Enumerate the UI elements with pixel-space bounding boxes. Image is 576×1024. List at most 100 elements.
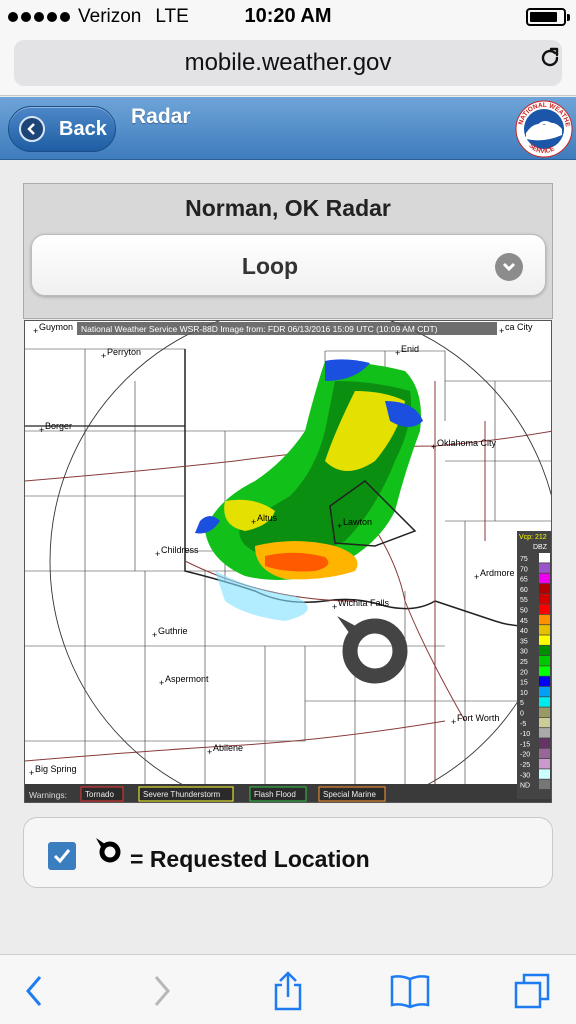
city-marker: + <box>155 549 160 559</box>
warnings-label: Warnings: <box>29 790 67 800</box>
share-icon[interactable] <box>266 969 310 1013</box>
scale-value: -30 <box>520 772 530 779</box>
scale-value: -10 <box>520 731 530 738</box>
scale-value: 10 <box>520 690 528 697</box>
radar-caption: National Weather Service WSR-88D Image f… <box>81 324 438 334</box>
scale-swatch <box>539 686 550 697</box>
scale-value: 25 <box>520 659 528 666</box>
scale-value: 50 <box>520 608 528 615</box>
scale-swatch <box>539 697 550 707</box>
show-location-checkbox[interactable] <box>48 842 76 870</box>
city-label: Aspermont <box>165 674 209 684</box>
app-header: Back Radar NATIONAL WEATHER SERVICE <box>0 97 576 160</box>
location-marker-icon <box>96 838 121 863</box>
scale-value: -5 <box>520 721 526 728</box>
scale-value: 40 <box>520 628 528 635</box>
scale-value: 55 <box>520 597 528 604</box>
scale-header: Vcp: 212 <box>519 534 547 541</box>
city-marker: + <box>499 326 504 336</box>
scale-swatch <box>539 779 550 790</box>
city-label: Lawton <box>343 517 372 527</box>
scale-unit: DBZ <box>533 544 548 551</box>
back-label: Back <box>59 117 107 140</box>
city-label: Borger <box>45 421 72 431</box>
scale-value: -15 <box>520 741 530 748</box>
chevron-down-icon <box>495 253 523 281</box>
scale-swatch <box>539 728 550 738</box>
scale-swatch <box>539 707 550 717</box>
city-marker: + <box>474 572 479 582</box>
scale-swatch <box>539 769 550 779</box>
city-label: Enid <box>401 344 419 354</box>
scale-swatch <box>539 573 550 584</box>
scale-value: 65 <box>520 577 528 584</box>
radar-title: Norman, OK Radar <box>185 195 391 221</box>
chevron-left-icon <box>19 116 45 142</box>
city-marker: + <box>29 768 34 778</box>
scale-swatch <box>539 563 550 573</box>
scale-swatch <box>539 748 550 759</box>
back-button[interactable]: Back <box>8 106 116 152</box>
city-label: Guthrie <box>158 626 188 636</box>
scale-swatch <box>539 614 550 625</box>
battery-icon <box>526 8 570 26</box>
tabs-icon[interactable] <box>510 969 554 1013</box>
status-bar: Verizon LTE 10:20 AM <box>0 0 576 34</box>
city-label: Ardmore <box>480 568 515 578</box>
city-marker: + <box>451 717 456 727</box>
scale-value: 20 <box>520 669 528 676</box>
bookmarks-icon[interactable] <box>388 969 432 1013</box>
city-marker: + <box>101 351 106 361</box>
city-label: Oklahoma City <box>437 438 497 448</box>
city-marker: + <box>152 630 157 640</box>
scale-swatch <box>539 656 550 666</box>
city-label: Abilene <box>213 743 243 753</box>
scale-value: 70 <box>520 566 528 573</box>
scale-swatch <box>539 676 550 687</box>
browser-toolbar <box>0 954 576 1024</box>
city-label: Wichita Falls <box>338 598 390 608</box>
checkmark-icon <box>53 849 71 864</box>
scale-value: 30 <box>520 649 528 656</box>
scale-swatch <box>539 666 550 676</box>
reload-icon[interactable] <box>538 46 562 70</box>
legend-label: = Requested Location <box>130 846 370 872</box>
city-label: ca City <box>505 322 533 332</box>
city-label: Altus <box>257 513 278 523</box>
dbz-scale: Vcp: 212DBZ75706560555045403530252015105… <box>517 531 551 799</box>
city-label: Fort Worth <box>457 713 499 723</box>
back-arrow-icon[interactable] <box>12 969 56 1013</box>
scale-value: -25 <box>520 762 530 769</box>
city-marker: + <box>332 602 337 612</box>
mode-select[interactable]: Loop <box>31 234 546 296</box>
location-legend: = Requested Location <box>23 817 553 888</box>
warning-label: Special Marine <box>323 790 376 799</box>
city-marker: + <box>395 348 400 358</box>
scale-value: ND <box>520 783 530 790</box>
scale-value: 0 <box>520 711 524 718</box>
scale-swatch <box>539 635 550 645</box>
url-text: mobile.weather.gov <box>184 49 392 76</box>
address-field[interactable]: mobile.weather.gov <box>14 40 562 86</box>
city-label: Guymon <box>39 322 73 332</box>
mode-select-value: Loop <box>241 253 299 279</box>
city-marker: + <box>39 425 44 435</box>
forward-arrow-icon[interactable] <box>140 969 184 1013</box>
city-label: Childress <box>161 545 199 555</box>
scale-value: 15 <box>520 680 528 687</box>
warning-label: Tornado <box>85 790 114 799</box>
city-marker: + <box>337 521 342 531</box>
city-marker: + <box>431 442 436 452</box>
radar-image: + Guymon + Perryton + Enid + Borger + Oklahoma Ci… <box>24 320 552 803</box>
scale-swatch <box>539 645 550 656</box>
nws-logo: NATIONAL WEATHER SERVICE <box>514 99 573 158</box>
scale-swatch <box>539 759 550 769</box>
scale-value: 45 <box>520 618 528 625</box>
scale-value: 5 <box>520 700 524 707</box>
radar-title-card: Norman, OK Radar Loop <box>23 183 553 319</box>
scale-swatch <box>539 594 550 604</box>
status-time: 10:20 AM <box>244 5 332 27</box>
city-marker: + <box>159 678 164 688</box>
scale-swatch <box>539 625 550 635</box>
scale-value: 60 <box>520 587 528 594</box>
